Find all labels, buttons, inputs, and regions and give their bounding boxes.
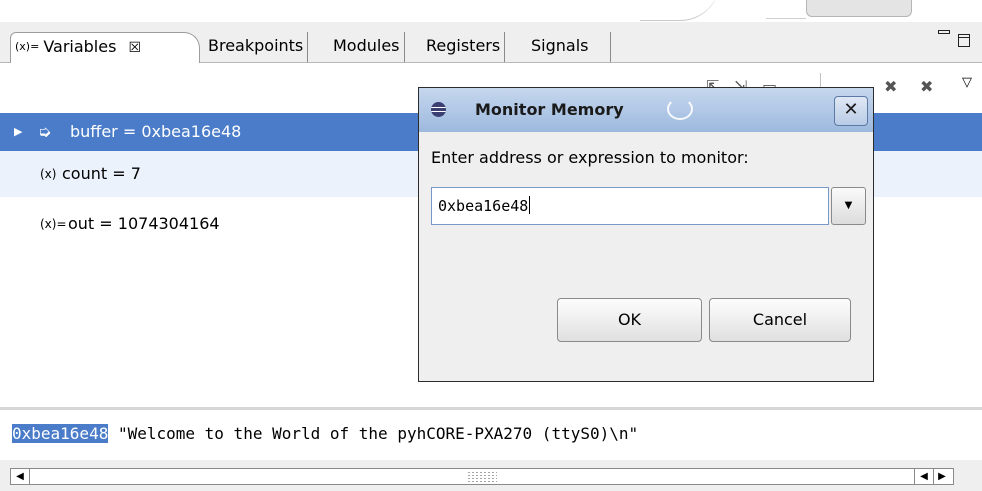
scrollbar-track[interactable]: ◀ ◀ ▶ xyxy=(10,468,954,485)
pointer-variable-icon: ➭ xyxy=(38,122,52,141)
remove-icon[interactable]: ✖ xyxy=(884,77,897,96)
tab-signals[interactable]: Signals xyxy=(527,32,592,62)
tab-registers[interactable]: Registers xyxy=(422,32,506,62)
divider-line xyxy=(766,18,806,19)
dialog-title: Monitor Memory xyxy=(475,100,624,119)
variable-label: buffer = 0xbea16e48 xyxy=(70,122,242,141)
maximize-icon[interactable] xyxy=(958,34,970,47)
remove-all-icon[interactable]: ✖ xyxy=(920,77,933,96)
toolbar-button[interactable] xyxy=(806,0,912,17)
detail-address: 0xbea16e48 xyxy=(12,424,109,443)
dialog-prompt: Enter address or expression to monitor: xyxy=(431,148,749,167)
scroll-grip[interactable] xyxy=(467,471,497,482)
local-variable-icon: (x) xyxy=(40,167,57,181)
detail-pane[interactable]: 0xbea16e48 "Welcome to the World of the … xyxy=(0,410,982,460)
expression-value: 0xbea16e48 xyxy=(438,197,529,215)
text-caret xyxy=(529,196,531,214)
scroll-left-icon[interactable]: ◀ xyxy=(11,469,30,484)
monitor-memory-dialog: Monitor Memory ✕ Enter address or expres… xyxy=(418,87,874,382)
variable-label: out = 1074304164 xyxy=(68,214,220,233)
scroll-right-icon[interactable]: ▶ xyxy=(932,469,952,484)
minimize-icon[interactable] xyxy=(938,30,950,34)
expand-arrow-icon[interactable]: ▶ xyxy=(14,113,22,151)
tab-variables-label: Variables xyxy=(43,37,117,56)
view-menu-icon[interactable]: ▽ xyxy=(962,75,972,90)
tab-variables[interactable]: (x)= Variables ☒ xyxy=(10,32,200,63)
dialog-titlebar[interactable]: Monitor Memory ✕ xyxy=(419,88,873,132)
scroll-left-icon[interactable]: ◀ xyxy=(914,469,934,484)
detail-value: "Welcome to the World of the pyhCORE-PXA… xyxy=(108,424,639,443)
variables-icon: (x)= xyxy=(15,40,40,53)
chevron-down-icon[interactable]: ▼ xyxy=(831,187,866,225)
cancel-button[interactable]: Cancel xyxy=(709,298,851,342)
eclipse-icon xyxy=(431,102,446,117)
horizontal-scrollbar[interactable]: ◀ ◀ ▶ xyxy=(0,460,982,491)
tab-separator xyxy=(610,32,611,62)
tab-modules[interactable]: Modules xyxy=(329,32,405,62)
tab-breakpoints[interactable]: Breakpoints xyxy=(204,32,309,62)
close-icon[interactable]: ☒ xyxy=(128,40,141,56)
detail-text[interactable]: 0xbea16e48 "Welcome to the World of the … xyxy=(12,424,638,443)
tab-curve xyxy=(640,0,720,21)
variable-label: count = 7 xyxy=(62,164,141,183)
top-strip xyxy=(0,0,982,22)
view-tab-bar: (x)= Variables ☒ Breakpoints Modules Regis… xyxy=(0,22,982,63)
expression-input[interactable]: 0xbea16e48 xyxy=(431,187,829,225)
swirl-icon xyxy=(667,98,693,120)
close-button[interactable]: ✕ xyxy=(834,96,868,126)
ok-button[interactable]: OK xyxy=(557,298,702,342)
variable-icon: (x)= xyxy=(40,217,67,231)
